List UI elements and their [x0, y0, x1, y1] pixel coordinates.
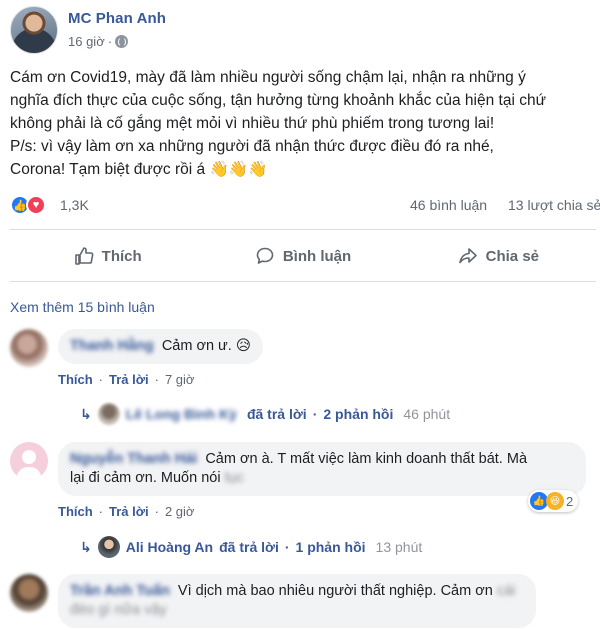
comment-time[interactable]: 7 giờ — [165, 372, 195, 387]
replied-text: đã trả lời — [219, 539, 279, 555]
post-header: MC Phan Anh 16 giờ · — [10, 6, 590, 56]
post-actions: Thích Bình luận Chia sẻ — [10, 234, 596, 278]
comment-bubble: Trần Anh Tuấn Vì dịch mà bao nhiêu người… — [58, 574, 536, 628]
commenter-avatar[interactable] — [10, 574, 48, 612]
globe-icon[interactable] — [115, 35, 129, 48]
comment-button[interactable]: Bình luận — [205, 234, 400, 278]
separator: · — [154, 504, 159, 519]
post-meta: 16 giờ · — [68, 34, 129, 49]
post-text-line: Cám ơn Covid19, mày đã làm nhiều người s… — [10, 69, 526, 86]
comment-text: Cảm ơn à. T mất việc làm kinh doanh thất… — [205, 451, 528, 467]
comment-actions: Thích · Trả lời · 7 giờ — [58, 372, 194, 387]
reply-arrow-icon: ↳ — [80, 538, 92, 555]
comment-time[interactable]: 2 giờ — [165, 504, 195, 519]
commenter-avatar[interactable] — [10, 442, 48, 480]
post-text-line: nghĩa đích thực của cuộc sống, tận hưởng… — [10, 92, 546, 109]
thumbs-up-icon — [74, 247, 94, 265]
comments-count[interactable]: 46 bình luận — [410, 197, 487, 213]
post-text-line: Corona! Tạm biệt được rồi á 👋👋👋 — [10, 161, 268, 178]
view-replies-link[interactable]: ↳ Ali Hoàng An đã trả lời · 1 phản hồi 1… — [80, 536, 422, 558]
commenter-name[interactable]: Thanh Hằng — [70, 338, 154, 354]
comment-like-link[interactable]: Thích — [58, 372, 93, 387]
like-label: Thích — [101, 247, 142, 265]
post-text-line: P/s: vì vậy làm ơn xa những người đã nhậ… — [10, 138, 494, 155]
replier-name: Lê Long Bình Kỳ — [125, 406, 237, 422]
love-reaction-icon: ♥ — [26, 195, 46, 215]
replier-name: Ali Hoàng An — [125, 539, 214, 555]
author-avatar[interactable] — [10, 6, 58, 54]
shares-count[interactable]: 13 lượt chia sẻ — [508, 197, 600, 213]
post-text-line: không phải là cố gắng mệt mỏi vì nhiều t… — [10, 115, 495, 132]
blurred-text: đéo gì nữa vậy — [70, 602, 167, 618]
separator: · — [284, 539, 290, 555]
divider — [10, 229, 596, 230]
comment-reactions[interactable]: 👍 😆 2 — [528, 490, 579, 512]
comment-label: Bình luận — [282, 247, 352, 265]
blurred-text: tục — [224, 470, 244, 486]
divider — [10, 281, 596, 282]
like-button[interactable]: Thích — [10, 234, 205, 278]
comment-text: Cảm ơn ư. 😥 — [161, 338, 251, 354]
blurred-text: cái — [496, 583, 516, 599]
reply-arrow-icon: ↳ — [80, 405, 92, 422]
default-avatar-icon — [16, 450, 42, 480]
reactions-bar: 👍 ♥ 1,3K 46 bình luận 13 lượt chia sẻ — [10, 193, 600, 219]
comment-reply-link[interactable]: Trả lời — [109, 372, 149, 387]
share-label: Chia sẻ — [485, 247, 539, 265]
haha-reaction-icon: 😆 — [546, 492, 564, 510]
replier-avatar — [97, 403, 120, 425]
comment-reply-link[interactable]: Trả lời — [109, 504, 149, 519]
comment-text: Vì dịch mà bao nhiêu người thất nghiệp. … — [177, 583, 493, 599]
commenter-name[interactable]: Trần Anh Tuấn — [70, 583, 170, 599]
see-more-comments-link[interactable]: Xem thêm 15 bình luận — [10, 299, 155, 315]
commenter-name[interactable]: Nguyễn Thanh Hải — [70, 451, 197, 467]
commenter-avatar[interactable] — [10, 329, 48, 367]
share-icon — [458, 248, 477, 264]
separator: · — [98, 504, 104, 519]
comment-bubble: Nguyễn Thanh Hải Cảm ơn à. T mất việc là… — [58, 442, 586, 496]
comment-bubble: Thanh Hằng Cảm ơn ư. 😥 — [58, 329, 263, 364]
view-replies-link[interactable]: ↳ Lê Long Bình Kỳ đã trả lời · 2 phản hồ… — [80, 403, 450, 425]
comment-text: lại đi cảm ơn. Muốn nói — [70, 470, 221, 486]
separator: · — [154, 372, 159, 387]
replied-text: đã trả lời — [246, 406, 307, 422]
author-name[interactable]: MC Phan Anh — [68, 10, 166, 27]
comment-icon — [256, 247, 274, 264]
reply-count: 2 phản hồi — [323, 406, 394, 422]
separator: · — [98, 372, 104, 387]
post-text: Cám ơn Covid19, mày đã làm nhiều người s… — [10, 66, 596, 181]
comment-actions: Thích · Trả lời · 2 giờ — [58, 504, 194, 519]
comment-like-link[interactable]: Thích — [58, 504, 93, 519]
meta-dot: · — [107, 34, 113, 49]
reactions-count[interactable]: 1,3K — [60, 197, 89, 213]
reply-time: 46 phút — [403, 406, 451, 422]
reply-time: 13 phút — [375, 539, 423, 555]
separator: · — [312, 406, 318, 422]
post-time[interactable]: 16 giờ — [68, 34, 105, 49]
reply-count: 1 phản hồi — [295, 539, 366, 555]
comment-reaction-count: 2 — [566, 493, 574, 509]
replier-avatar — [97, 536, 120, 558]
share-button[interactable]: Chia sẻ — [401, 234, 596, 278]
reaction-icons[interactable]: 👍 ♥ — [10, 195, 46, 215]
